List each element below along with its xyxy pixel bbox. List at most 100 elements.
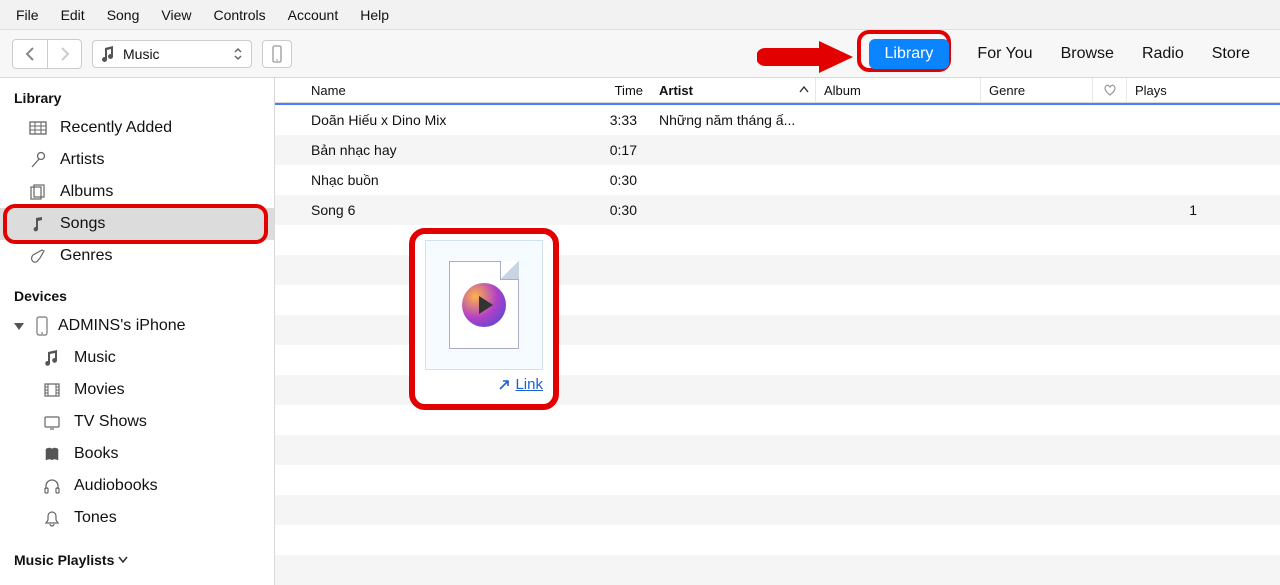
media-file-preview [425, 240, 543, 370]
tab-browse[interactable]: Browse [1061, 45, 1114, 63]
menu-edit[interactable]: Edit [51, 3, 95, 27]
cell-time: 0:30 [581, 202, 651, 218]
menu-help[interactable]: Help [350, 3, 399, 27]
book-icon [42, 445, 62, 463]
music-note-icon [101, 46, 115, 62]
top-tabs: Library For You Browse Radio Store [869, 39, 1268, 69]
link-label: Link [515, 376, 543, 393]
col-genre[interactable]: Genre [981, 78, 1093, 102]
table-row [275, 495, 1280, 525]
device-name: ADMINS's iPhone [58, 317, 186, 335]
cell-plays: 1 [1127, 202, 1217, 218]
cell-time: 3:33 [581, 112, 651, 128]
col-artist[interactable]: Artist [651, 78, 816, 102]
tab-radio[interactable]: Radio [1142, 45, 1184, 63]
cell-time: 0:17 [581, 142, 651, 158]
sidebar-item-device-books[interactable]: Books [0, 438, 274, 470]
microphone-icon [28, 151, 48, 169]
tv-icon [42, 413, 62, 431]
sidebar-item-albums[interactable]: Albums [0, 176, 274, 208]
table-row[interactable]: Bản nhạc hay0:17 [275, 135, 1280, 165]
table-row[interactable]: Nhạc buồn0:30 [275, 165, 1280, 195]
sidebar-item-recently-added[interactable]: Recently Added [0, 112, 274, 144]
sidebar-item-device-audiobooks[interactable]: Audiobooks [0, 470, 274, 502]
col-artist-label: Artist [659, 83, 693, 98]
col-love[interactable] [1093, 78, 1127, 102]
note-icon [28, 215, 48, 233]
chevron-down-icon [118, 556, 128, 564]
library-header: Library [0, 84, 274, 112]
sidebar-item-label: Songs [60, 215, 105, 233]
table-row [275, 435, 1280, 465]
tab-library[interactable]: Library [869, 39, 950, 69]
grid-icon [28, 119, 48, 137]
cell-artist: Những năm tháng ấ... [651, 112, 816, 128]
sidebar-item-label: TV Shows [74, 413, 147, 431]
sidebar-item-songs[interactable]: Songs [0, 208, 274, 240]
main-panel: Name Time Artist Album Genre Plays Doãn … [275, 78, 1280, 585]
albums-icon [28, 183, 48, 201]
cell-time: 0:30 [581, 172, 651, 188]
nav-buttons [12, 39, 82, 69]
column-headers: Name Time Artist Album Genre Plays [275, 78, 1280, 103]
playlists-header-label: Music Playlists [14, 552, 114, 568]
sidebar-item-device-music[interactable]: Music [0, 342, 274, 374]
guitar-icon [28, 247, 48, 265]
forward-button[interactable] [47, 40, 81, 68]
col-album[interactable]: Album [816, 78, 981, 102]
back-button[interactable] [13, 40, 47, 68]
sidebar-item-artists[interactable]: Artists [0, 144, 274, 176]
musicnote-icon [42, 349, 62, 367]
device-button[interactable] [262, 40, 292, 68]
sidebar-item-label: Genres [60, 247, 112, 265]
sidebar-item-label: Books [74, 445, 118, 463]
drag-thumbnail[interactable]: Link [409, 228, 559, 410]
sidebar-item-device-movies[interactable]: Movies [0, 374, 274, 406]
sidebar-item-label: Albums [60, 183, 113, 201]
sidebar-item-label: Movies [74, 381, 125, 399]
table-row [275, 525, 1280, 555]
sidebar-item-label: Music [74, 349, 116, 367]
chevron-down-icon [14, 323, 24, 330]
shortcut-arrow-icon [497, 378, 511, 392]
arrow-annotation [757, 37, 857, 77]
table-row [275, 555, 1280, 585]
menu-controls[interactable]: Controls [203, 3, 275, 27]
sidebar-item-device-tones[interactable]: Tones [0, 502, 274, 534]
file-page-icon [449, 261, 519, 349]
tab-store[interactable]: Store [1212, 45, 1250, 63]
sidebar-item-genres[interactable]: Genres [0, 240, 274, 272]
music-playlists-header[interactable]: Music Playlists [0, 546, 274, 574]
col-time[interactable]: Time [581, 78, 651, 102]
sidebar: Library Recently Added Artists Albums So… [0, 78, 275, 585]
bell-icon [42, 509, 62, 527]
sort-up-icon [799, 86, 809, 94]
phone-icon [272, 45, 282, 63]
menubar: File Edit Song View Controls Account Hel… [0, 0, 1280, 30]
devices-header: Devices [0, 282, 274, 310]
col-name[interactable]: Name [275, 78, 581, 102]
tab-for-you[interactable]: For You [977, 45, 1032, 63]
menu-account[interactable]: Account [278, 3, 349, 27]
table-row[interactable]: Song 60:30 1 [275, 195, 1280, 225]
media-type-selector[interactable]: Music [92, 40, 252, 68]
sidebar-item-device-tvshows[interactable]: TV Shows [0, 406, 274, 438]
heart-icon [1103, 84, 1117, 96]
col-plays[interactable]: Plays [1127, 78, 1217, 102]
phone-icon [32, 316, 52, 336]
link-badge: Link [497, 376, 547, 393]
sidebar-item-label: Tones [74, 509, 117, 527]
sidebar-item-device[interactable]: ADMINS's iPhone [0, 310, 274, 342]
cell-name: Nhạc buồn [275, 172, 581, 188]
play-orb-icon [462, 283, 506, 327]
table-row [275, 465, 1280, 495]
menu-song[interactable]: Song [97, 3, 150, 27]
toolbar: Music Library For You Browse Radio Store [0, 30, 1280, 78]
headphones-icon [42, 477, 62, 495]
menu-file[interactable]: File [6, 3, 49, 27]
cell-name: Song 6 [275, 202, 581, 218]
table-row[interactable]: Doãn Hiếu x Dino Mix3:33Những năm tháng … [275, 105, 1280, 135]
menu-view[interactable]: View [151, 3, 201, 27]
cell-name: Doãn Hiếu x Dino Mix [275, 112, 581, 128]
sidebar-item-label: Artists [60, 151, 104, 169]
